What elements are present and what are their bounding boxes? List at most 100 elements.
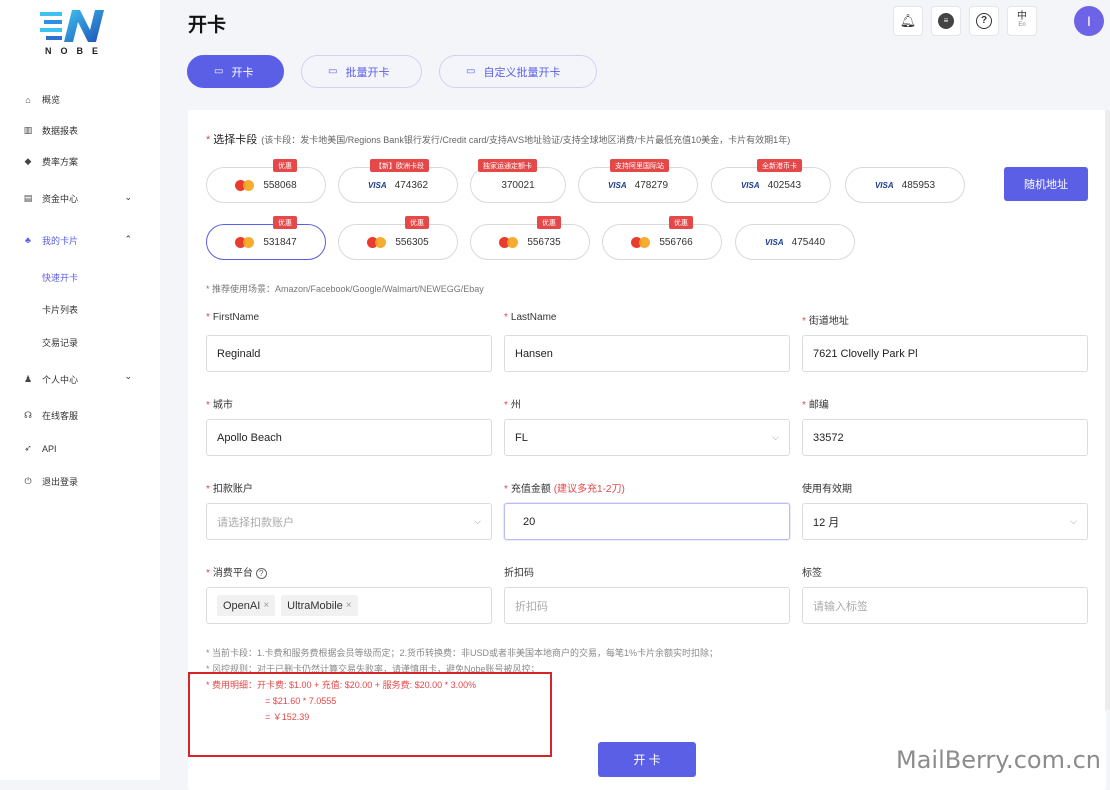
page-title: 开卡 bbox=[188, 15, 227, 36]
chevron-down-icon: ⌵ bbox=[1070, 516, 1077, 526]
sidebar-item-overview[interactable]: ⌂ 概览 bbox=[0, 84, 160, 115]
segment-note: (该卡段：发卡地美国/Regions Bank银行发行/Credit card/… bbox=[261, 135, 791, 145]
platform-tag: UltraMobile × bbox=[281, 595, 358, 616]
logo: NOBE bbox=[40, 8, 112, 60]
platform-label: * 消费平台 ? bbox=[206, 564, 267, 579]
city-field[interactable]: Apollo Beach bbox=[206, 419, 492, 456]
sidebar-item-label: 概览 bbox=[42, 95, 61, 105]
chevron-down-icon: ⌵ bbox=[772, 432, 779, 442]
sidebar-item-support[interactable]: ☊ 在线客服 bbox=[0, 399, 160, 432]
visa-icon: VISA bbox=[607, 180, 627, 190]
sidebar: NOBE ⌂ 概览 ▥ 数据报表 ◆ 费率方案 ▤ 资金中心 ⌄ ♣ 我的卡片 ⌃ 快速开卡 … bbox=[0, 0, 160, 780]
sidebar-item-logout[interactable]: ⏻ 退出登录 bbox=[0, 465, 160, 498]
open-card-submit-button[interactable]: 开 卡 bbox=[598, 742, 696, 777]
highlight-box bbox=[188, 672, 552, 757]
card-bin: 475440 bbox=[791, 236, 826, 248]
sidebar-menu: ⌂ 概览 ▥ 数据报表 ◆ 费率方案 ▤ 资金中心 ⌄ ♣ 我的卡片 ⌃ 快速开卡 卡片列表 … bbox=[0, 84, 160, 498]
tag-field[interactable]: 请输入标签 bbox=[802, 587, 1088, 624]
lang-alt: En bbox=[1018, 22, 1026, 28]
firstname-field[interactable]: Reginald bbox=[206, 335, 492, 372]
card-bin: 556735 bbox=[527, 236, 561, 248]
platform-tag-label: OpenAI bbox=[223, 599, 261, 612]
card-segment-402543[interactable]: VISA 402543 全新港币卡 bbox=[711, 159, 831, 203]
card-segment-531847[interactable]: 531847 优惠 bbox=[206, 216, 326, 260]
tag-label: 标签 bbox=[802, 568, 822, 579]
wallet-icon: ▤ bbox=[23, 192, 33, 203]
sidebar-item-transactions[interactable]: 交易记录 bbox=[0, 325, 160, 359]
validity-label: 使用有效期 bbox=[802, 484, 852, 495]
state-value: FL bbox=[515, 431, 528, 444]
support-icon: ☊ bbox=[24, 410, 32, 420]
tab-batch-open[interactable]: ▭ 批量开卡 bbox=[301, 55, 422, 88]
help-icon[interactable]: ? bbox=[969, 6, 999, 36]
lastname-label-text: LastName bbox=[510, 312, 557, 323]
tab-label: 批量开卡 bbox=[345, 66, 390, 79]
card-segment-478279[interactable]: VISA 478279 支持阿里国际站 bbox=[578, 159, 698, 203]
close-icon[interactable]: × bbox=[346, 600, 352, 611]
language-switch[interactable]: 中 En bbox=[1007, 6, 1037, 36]
zip-field[interactable]: 33572 bbox=[802, 419, 1088, 456]
tab-custom-batch-open[interactable]: ▭ 自定义批量开卡 bbox=[439, 55, 597, 88]
discount-field[interactable]: 折扣码 bbox=[504, 587, 790, 624]
avatar[interactable]: I bbox=[1074, 6, 1104, 36]
brand-name: NOBE bbox=[44, 46, 107, 56]
sidebar-item-card-list[interactable]: 卡片列表 bbox=[0, 293, 160, 325]
visa-icon: VISA bbox=[874, 180, 894, 190]
street-label: * 街道地址 bbox=[802, 316, 849, 327]
card-segment-556735[interactable]: 556735 优惠 bbox=[470, 216, 590, 260]
sidebar-item-quick-open[interactable]: 快速开卡 bbox=[0, 261, 160, 293]
sidebar-item-my-cards[interactable]: ♣ 我的卡片 ⌃ bbox=[0, 219, 160, 261]
message-icon[interactable]: ≡ bbox=[931, 6, 961, 36]
lastname-field[interactable]: Hansen bbox=[504, 335, 790, 372]
sidebar-item-api[interactable]: ➶ API bbox=[0, 432, 160, 465]
sidebar-item-label: 我的卡片 bbox=[42, 235, 79, 246]
amount-label-text: 充值金额 bbox=[510, 484, 551, 495]
card-bin: 531847 bbox=[263, 236, 297, 248]
chevron-down-icon: ⌄ bbox=[124, 371, 132, 381]
usage-hint: * 推荐使用场景：Amazon/Facebook/Google/Walmart/… bbox=[206, 284, 484, 294]
segment-badge: 独家运通定额卡 bbox=[478, 159, 537, 172]
sidebar-item-label: 在线客服 bbox=[42, 411, 79, 421]
card-segment-485953[interactable]: VISA 485953 bbox=[845, 167, 965, 203]
close-icon[interactable]: × bbox=[263, 600, 269, 611]
sidebar-item-label: 资金中心 bbox=[42, 193, 79, 204]
zip-label: * 邮编 bbox=[802, 400, 829, 411]
segment-badge: 全新港币卡 bbox=[757, 159, 802, 172]
lang-current: 中 bbox=[1017, 11, 1027, 22]
state-label-text: 州 bbox=[510, 400, 521, 411]
amount-field[interactable]: 20 bbox=[504, 503, 790, 540]
visa-icon: VISA bbox=[764, 237, 784, 247]
main-content: 开卡 🔔︎ ≡ ? 中 En I ▭ 开卡 ▭ 批量开卡 ▭ 自定义批量开卡 * 选择卡… bbox=[160, 0, 1110, 790]
segment-badge: 优惠 bbox=[537, 216, 561, 229]
sidebar-item-funds[interactable]: ▤ 资金中心 ⌄ bbox=[0, 177, 160, 219]
card-bin: 556305 bbox=[395, 236, 429, 248]
sidebar-item-label: 退出登录 bbox=[42, 477, 79, 487]
sidebar-item-profile[interactable]: ♟ 个人中心 ⌄ bbox=[0, 359, 160, 399]
sidebar-item-reports[interactable]: ▥ 数据报表 bbox=[0, 115, 160, 146]
tab-bar: ▭ 开卡 ▭ 批量开卡 ▭ 自定义批量开卡 bbox=[187, 55, 597, 88]
state-select[interactable]: FL ⌵ bbox=[504, 419, 790, 456]
account-select[interactable]: 请选择扣款账户 ⌵ bbox=[206, 503, 492, 540]
street-field[interactable]: 7621 Clovelly Park Pl bbox=[802, 335, 1088, 372]
state-label: * 州 bbox=[504, 400, 521, 411]
card-segment-370021[interactable]: 370021 独家运通定额卡 bbox=[470, 159, 566, 203]
help-icon[interactable]: ? bbox=[255, 568, 267, 579]
sidebar-item-rates[interactable]: ◆ 费率方案 bbox=[0, 146, 160, 177]
card-segment-475440[interactable]: VISA 475440 bbox=[735, 224, 855, 260]
card-bin: 556766 bbox=[659, 236, 693, 248]
card-segment-556766[interactable]: 556766 优惠 bbox=[602, 216, 722, 260]
bell-icon[interactable]: 🔔︎ bbox=[893, 6, 923, 36]
watermark: MailBerry.com.cn bbox=[896, 746, 1101, 774]
card-segment-558068[interactable]: 558068 优惠 bbox=[206, 159, 326, 203]
platform-select[interactable]: OpenAI × UltraMobile × bbox=[206, 587, 492, 624]
card-segment-556305[interactable]: 556305 优惠 bbox=[338, 216, 458, 260]
platform-label-text: 消费平台 bbox=[212, 568, 253, 579]
validity-select[interactable]: 12 月 ⌵ bbox=[802, 503, 1088, 540]
scrollbar[interactable] bbox=[1105, 110, 1110, 710]
tab-open-card[interactable]: ▭ 开卡 bbox=[187, 55, 284, 88]
mastercard-icon bbox=[235, 179, 255, 191]
card-segment-474362[interactable]: VISA 474362 【新】欧洲卡段 bbox=[338, 159, 458, 203]
power-icon: ⏻ bbox=[24, 476, 32, 486]
random-address-button[interactable]: 随机地址 bbox=[1004, 167, 1088, 201]
home-icon: ⌂ bbox=[25, 94, 31, 105]
